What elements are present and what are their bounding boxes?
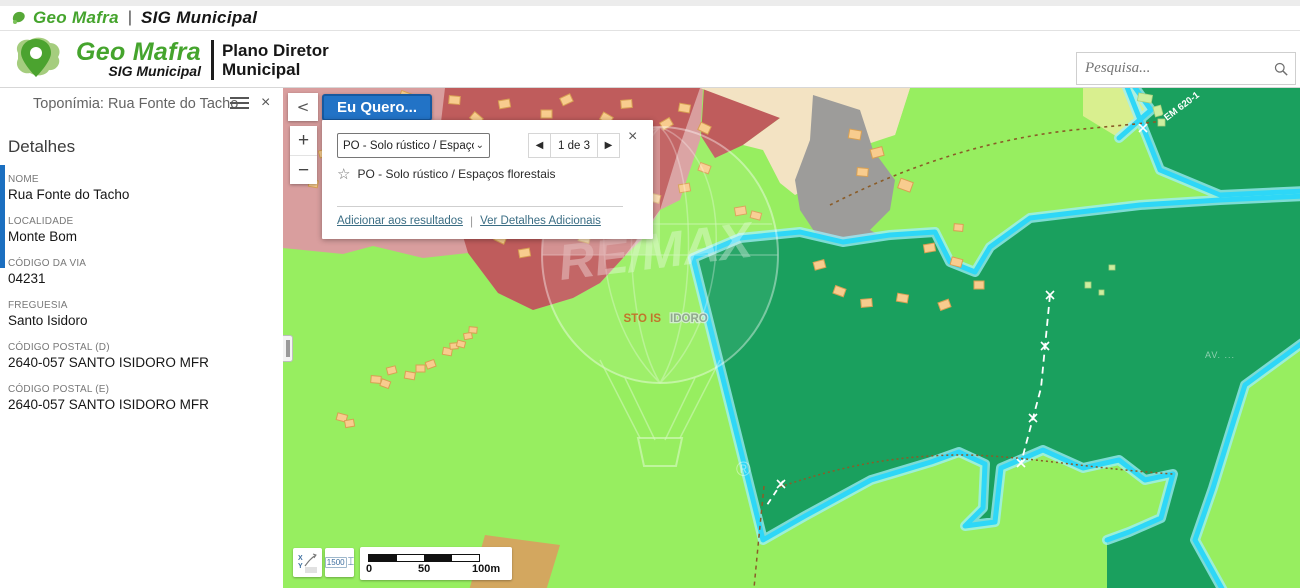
search-box [1076, 52, 1296, 85]
result-row: ☆ PO - Solo rústico / Espaços florestais [337, 165, 556, 183]
svg-text:Y: Y [298, 563, 303, 570]
result-pager: ◀ 1 de 3 ▶ [528, 133, 620, 158]
popup-close-icon[interactable]: × [628, 128, 637, 146]
road-label-sto: STO IS [624, 313, 662, 325]
field-label: LOCALIDADE [8, 215, 209, 228]
road-label-sto-cont: IDORO [670, 313, 708, 325]
sidebar-resize-handle[interactable] [283, 335, 293, 362]
map-viewport[interactable]: RE/MAX ® STO IS IDORO EM 620-1 AV. ... <… [283, 88, 1300, 588]
scale-mid: 50 [418, 563, 430, 575]
field-value: 2640-057 SANTO ISIDORO MFR [8, 354, 209, 372]
field-label: NOME [8, 173, 209, 186]
layer-dropdown[interactable]: PO - Solo rústico / Espaços f ⌄ [337, 133, 490, 158]
menu-icon[interactable] [230, 97, 249, 111]
search-icon[interactable] [1273, 56, 1289, 82]
map-pin-logo-icon [12, 35, 70, 85]
xy-coordinates-button[interactable]: X Y [293, 548, 322, 577]
topbar-brand: Geo Mafra [33, 8, 119, 28]
field-codigo-postal-d: CÓDIGO POSTAL (D) 2640-057 SANTO ISIDORO… [8, 341, 209, 372]
sidebar-header: Toponímia: Rua Fonte do Tacho × [0, 88, 283, 121]
field-codigo-postal-e: CÓDIGO POSTAL (E) 2640-057 SANTO ISIDORO… [8, 383, 209, 414]
next-result-button[interactable]: ▶ [597, 133, 620, 158]
field-value: 04231 [8, 270, 209, 288]
result-title: PO - Solo rústico / Espaços florestais [357, 167, 555, 181]
zoom-in-button[interactable]: + [290, 126, 317, 155]
popup-divider [337, 206, 623, 207]
header-brand: Geo Mafra [76, 40, 201, 64]
zoom-controls: + − [290, 126, 317, 184]
details-sidebar: Toponímia: Rua Fonte do Tacho × Detalhes… [0, 88, 283, 588]
eu-quero-button[interactable]: Eu Quero... [322, 94, 432, 121]
details-section-title: Detalhes [8, 137, 75, 157]
identify-popup: PO - Solo rústico / Espaços f ⌄ ◀ 1 de 3… [322, 120, 653, 239]
svg-text:X: X [298, 555, 303, 562]
collapse-panel-button[interactable]: < [288, 93, 318, 121]
field-localidade: LOCALIDADE Monte Bom [8, 215, 209, 246]
field-label: CÓDIGO DA VIA [8, 257, 209, 270]
prev-result-button[interactable]: ◀ [528, 133, 551, 158]
main-header: Geo Mafra SIG Municipal Plano Diretor Mu… [0, 32, 1300, 88]
field-value: Santo Isidoro [8, 312, 209, 330]
zoom-out-button[interactable]: − [290, 155, 317, 184]
plan-title: Plano Diretor Municipal [222, 41, 329, 79]
scale-value: 1500 [325, 557, 347, 568]
scale-bracket-icon: ⌶ [348, 556, 355, 569]
header-brand-sub: SIG Municipal [108, 64, 201, 79]
leaf-logo-icon [10, 9, 28, 27]
svg-text:®: ® [736, 459, 751, 481]
geo-mafra-app: { "topbar": { "brand": "Geo Mafra", "sep… [0, 0, 1300, 588]
field-value: Monte Bom [8, 228, 209, 246]
logo-text-stack: Geo Mafra SIG Municipal [76, 40, 201, 79]
link-separator: | [470, 214, 473, 228]
field-label: CÓDIGO POSTAL (E) [8, 383, 209, 396]
geo-mafra-logo: Geo Mafra SIG Municipal Plano Diretor Mu… [12, 35, 329, 85]
field-label: CÓDIGO POSTAL (D) [8, 341, 209, 354]
selection-accent-bar [0, 165, 5, 268]
field-value: 2640-057 SANTO ISIDORO MFR [8, 396, 209, 414]
scale-start: 0 [366, 563, 372, 575]
star-icon[interactable]: ☆ [337, 165, 350, 183]
popup-links: Adicionar aos resultados | Ver Detalhes … [337, 214, 601, 228]
scale-end: 100m [472, 563, 500, 575]
chevron-down-icon: ⌄ [476, 140, 484, 151]
road-label-faint: AV. ... [1205, 350, 1235, 360]
field-nome: NOME Rua Fonte do Tacho [8, 173, 209, 204]
add-to-results-link[interactable]: Adicionar aos resultados [337, 215, 463, 227]
scale-bar-segments [368, 554, 480, 562]
topbar-product: SIG Municipal [141, 8, 257, 28]
top-brand-bar: Geo Mafra | SIG Municipal [0, 6, 1300, 31]
sidebar-title: Toponímia: Rua Fonte do Tacho [33, 96, 238, 112]
plan-title-line2: Municipal [222, 60, 329, 79]
close-icon[interactable]: × [261, 94, 270, 112]
scale-widget-button[interactable]: 1500⌶ [325, 548, 354, 577]
topbar-separator: | [128, 9, 132, 27]
logo-divider [211, 40, 214, 80]
xy-coordinates-icon: X Y [297, 552, 318, 573]
scale-bar: 0 50 100m [360, 547, 512, 580]
layer-dropdown-value: PO - Solo rústico / Espaços f [343, 140, 474, 152]
result-count: 1 de 3 [551, 133, 597, 158]
details-fields: NOME Rua Fonte do Tacho LOCALIDADE Monte… [8, 173, 209, 425]
field-value: Rua Fonte do Tacho [8, 186, 209, 204]
field-freguesia: FREGUESIA Santo Isidoro [8, 299, 209, 330]
plan-title-line1: Plano Diretor [222, 41, 329, 60]
field-codigo-via: CÓDIGO DA VIA 04231 [8, 257, 209, 288]
field-label: FREGUESIA [8, 299, 209, 312]
view-details-link[interactable]: Ver Detalhes Adicionais [480, 215, 601, 227]
search-input[interactable] [1077, 60, 1273, 77]
